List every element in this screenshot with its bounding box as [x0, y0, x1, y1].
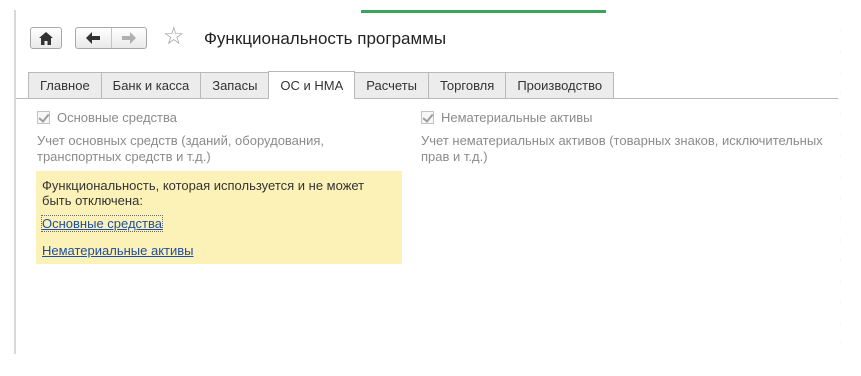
- window-frame: ☆ Функциональность программы Главное Бан…: [14, 10, 841, 357]
- forward-button[interactable]: [111, 28, 146, 48]
- tab-settlements[interactable]: Расчеты: [354, 72, 429, 98]
- navigation-buttons: [75, 27, 147, 49]
- intangible-assets-label: Нематериальные активы: [441, 110, 593, 125]
- tab-main[interactable]: Главное: [28, 72, 102, 98]
- fixed-assets-link[interactable]: Основные средства: [41, 215, 163, 232]
- intangible-assets-link[interactable]: Нематериальные активы: [42, 243, 194, 258]
- favorite-star-icon[interactable]: ☆: [163, 24, 185, 50]
- page-title: Функциональность программы: [204, 29, 447, 48]
- info-panel: Функциональность, которая используется и…: [36, 171, 402, 264]
- home-icon: [39, 31, 53, 45]
- intangible-assets-option[interactable]: Нематериальные активы: [421, 110, 593, 125]
- arrow-right-icon: [121, 32, 136, 44]
- intangible-assets-checkbox[interactable]: [421, 111, 434, 124]
- tab-trade[interactable]: Торговля: [428, 72, 507, 98]
- fixed-assets-description: Учет основных средств (зданий, оборудова…: [37, 133, 325, 164]
- fixed-assets-label: Основные средства: [57, 110, 177, 125]
- info-panel-text: Функциональность, которая используется и…: [42, 178, 365, 208]
- fixed-assets-option[interactable]: Основные средства: [37, 110, 177, 125]
- tab-bar: Главное Банк и касса Запасы ОС и НМА Рас…: [28, 71, 615, 99]
- tab-production[interactable]: Производство: [505, 72, 615, 98]
- arrow-left-icon: [86, 32, 101, 44]
- back-button[interactable]: [76, 28, 111, 48]
- tab-divider: [16, 98, 841, 99]
- intangible-assets-description: Учет нематериальных активов (товарных зн…: [421, 133, 823, 164]
- tab-inventory[interactable]: Запасы: [200, 72, 270, 98]
- tab-bank-cash[interactable]: Банк и касса: [100, 72, 202, 98]
- accent-strip: [361, 10, 606, 13]
- tab-fixed-assets[interactable]: ОС и НМА: [268, 71, 356, 99]
- home-button[interactable]: [30, 27, 62, 49]
- fixed-assets-checkbox[interactable]: [37, 111, 50, 124]
